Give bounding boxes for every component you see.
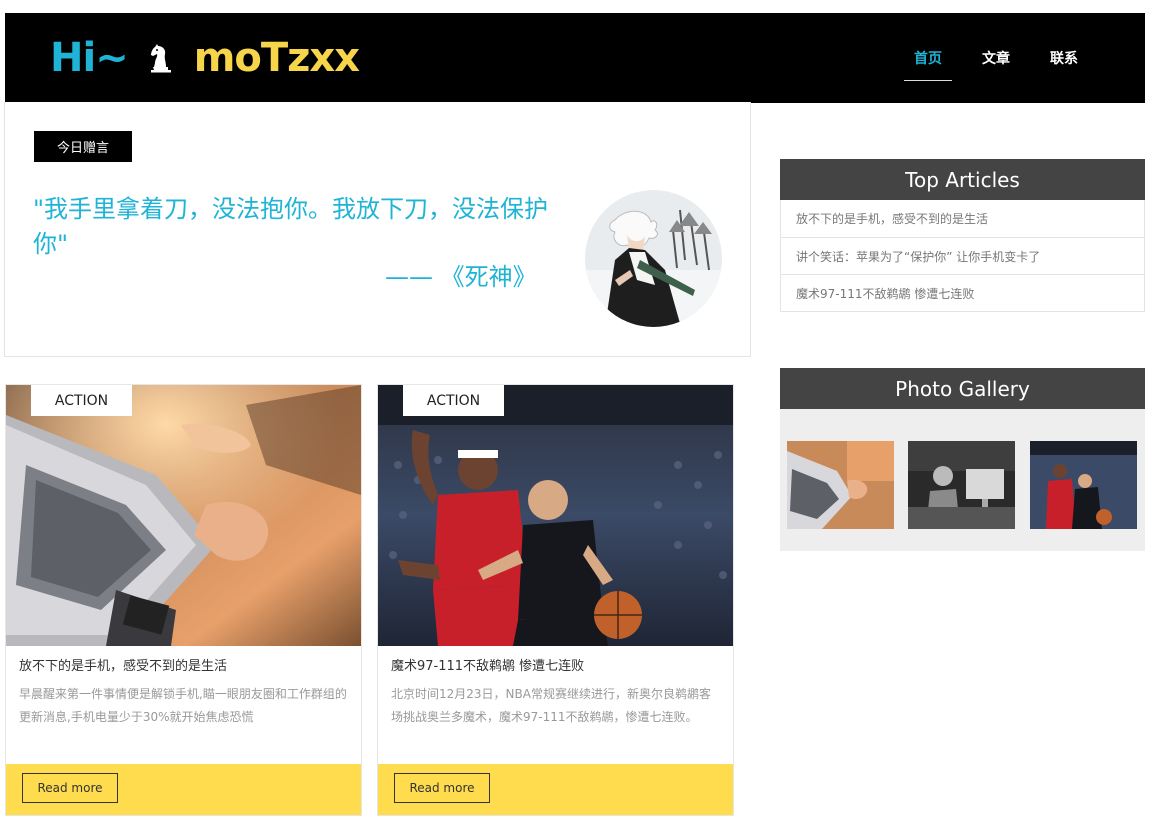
photo-gallery-title: Photo Gallery xyxy=(780,368,1145,409)
article-title[interactable]: 放不下的是手机，感受不到的是生活 xyxy=(19,657,354,677)
top-articles-widget: Top Articles 放不下的是手机，感受不到的是生活 讲个笑话：苹果为了“… xyxy=(780,159,1145,312)
top-article-link[interactable]: 讲个笑话：苹果为了“保护你” 让你手机变卡了 xyxy=(781,237,1144,274)
chess-knight-icon xyxy=(148,43,174,73)
article-excerpt: 早晨醒来第一件事情便是解锁手机,瞄一眼朋友圈和工作群组的更新消息,手机电量少于3… xyxy=(19,687,347,724)
article-excerpt: 北京时间12月23日，NBA常规赛继续进行，新奥尔良鹈鹕客场挑战奥兰多魔术，魔术… xyxy=(391,687,711,724)
quote-badge: 今日赠言 xyxy=(34,131,132,162)
article-image-basketball[interactable]: ACTION xyxy=(378,385,733,646)
nav-home[interactable]: 首页 xyxy=(894,13,962,103)
article-card: ACTION 魔术97-111不敌鹈鹕 惨遭七连败 北京时间12月23日，NBA… xyxy=(377,384,734,816)
read-more-button[interactable]: Read more xyxy=(22,773,118,803)
gallery-thumb-office[interactable] xyxy=(908,441,1015,529)
top-articles-title: Top Articles xyxy=(780,159,1145,200)
quote-author: —— 《死神》 xyxy=(385,263,537,291)
photo-gallery-widget: Photo Gallery xyxy=(780,368,1145,551)
quote-text: "我手里拿着刀，没法抱你。我放下刀，没法保护你" xyxy=(33,195,549,258)
article-tag[interactable]: ACTION xyxy=(31,385,132,416)
article-footer: Read more xyxy=(378,764,733,815)
article-tag[interactable]: ACTION xyxy=(403,385,504,416)
site-header: Hi~ moTzxx 首页 文章 联系 xyxy=(5,13,1145,103)
quote-avatar xyxy=(585,190,722,327)
top-articles-list: 放不下的是手机，感受不到的是生活 讲个笑话：苹果为了“保护你” 让你手机变卡了 … xyxy=(780,200,1145,312)
article-footer: Read more xyxy=(6,764,361,815)
nav-contact[interactable]: 联系 xyxy=(1030,13,1098,103)
daily-quote-card: 今日赠言 "我手里拿着刀，没法抱你。我放下刀，没法保护你" —— 《死神》 xyxy=(4,102,751,357)
top-article-link[interactable]: 魔术97-111不敌鹈鹕 惨遭七连败 xyxy=(781,274,1144,311)
article-title[interactable]: 魔术97-111不敌鹈鹕 惨遭七连败 xyxy=(391,657,726,677)
article-image-laptop[interactable]: ACTION xyxy=(6,385,361,646)
article-card: ACTION 放不下的是手机，感受不到的是生活 早晨醒来第一件事情便是解锁手机,… xyxy=(5,384,362,816)
main-nav: 首页 文章 联系 xyxy=(894,13,1145,103)
gallery-thumb-laptop[interactable] xyxy=(787,441,894,529)
nav-articles[interactable]: 文章 xyxy=(962,13,1030,103)
logo-name: moTzxx xyxy=(193,35,360,81)
photo-gallery-body xyxy=(780,409,1145,551)
read-more-button[interactable]: Read more xyxy=(394,773,490,803)
logo-greeting: Hi~ xyxy=(50,35,129,81)
top-article-link[interactable]: 放不下的是手机，感受不到的是生活 xyxy=(781,200,1144,237)
gallery-thumb-basketball[interactable] xyxy=(1030,441,1137,529)
site-logo[interactable]: Hi~ moTzxx xyxy=(50,35,360,81)
